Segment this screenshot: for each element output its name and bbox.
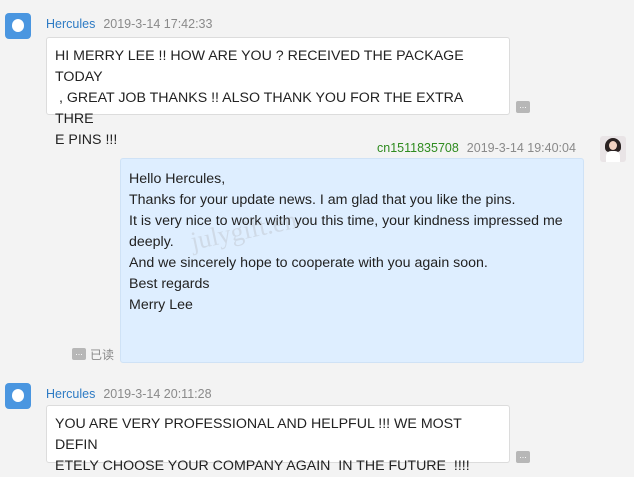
more-options-icon[interactable]: ... [516, 451, 530, 463]
message-bubble-incoming[interactable]: YOU ARE VERY PROFESSIONAL AND HELPFUL !!… [46, 405, 510, 474]
message-line: HI MERRY LEE !! HOW ARE YOU ? RECEIVED T… [55, 48, 468, 85]
message-header: Hercules 2019-3-14 20:11:28 [46, 387, 212, 401]
message-line: YOU ARE VERY PROFESSIONAL AND HELPFUL !!… [55, 416, 466, 453]
message-line: Best regards [129, 276, 210, 292]
message-header: cn1511835708 2019-3-14 19:40:04 [377, 141, 576, 155]
message-line: Merry Lee [129, 297, 193, 313]
message-line: ETELY CHOOSE YOUR COMPANY AGAIN IN THE F… [55, 458, 470, 474]
message-time: 2019-3-14 19:40:04 [466, 141, 576, 155]
sender-name[interactable]: Hercules [46, 387, 95, 401]
read-status: 已读 [90, 348, 115, 362]
message-bubble-outgoing[interactable]: Hello Hercules, Thanks for your update n… [120, 158, 584, 363]
more-options-icon[interactable]: ... [516, 101, 530, 113]
message-line: , GREAT JOB THANKS !! ALSO THANK YOU FOR… [55, 90, 467, 127]
message-bubble-incoming[interactable]: HI MERRY LEE !! HOW ARE YOU ? RECEIVED T… [46, 37, 510, 148]
sender-avatar-icon[interactable] [5, 13, 31, 39]
sender-name[interactable]: Hercules [46, 17, 95, 31]
sender-avatar-icon[interactable] [5, 383, 31, 409]
more-options-icon[interactable]: ... [72, 348, 86, 360]
sender-name[interactable]: cn1511835708 [377, 141, 459, 155]
message-line: Hello Hercules, [129, 171, 226, 187]
message-header: Hercules 2019-3-14 17:42:33 [46, 17, 212, 31]
user-photo-icon[interactable] [600, 136, 626, 162]
message-line: Thanks for your update news. I am glad t… [129, 192, 516, 208]
message-time: 2019-3-14 20:11:28 [103, 387, 212, 401]
message-time: 2019-3-14 17:42:33 [103, 17, 213, 31]
